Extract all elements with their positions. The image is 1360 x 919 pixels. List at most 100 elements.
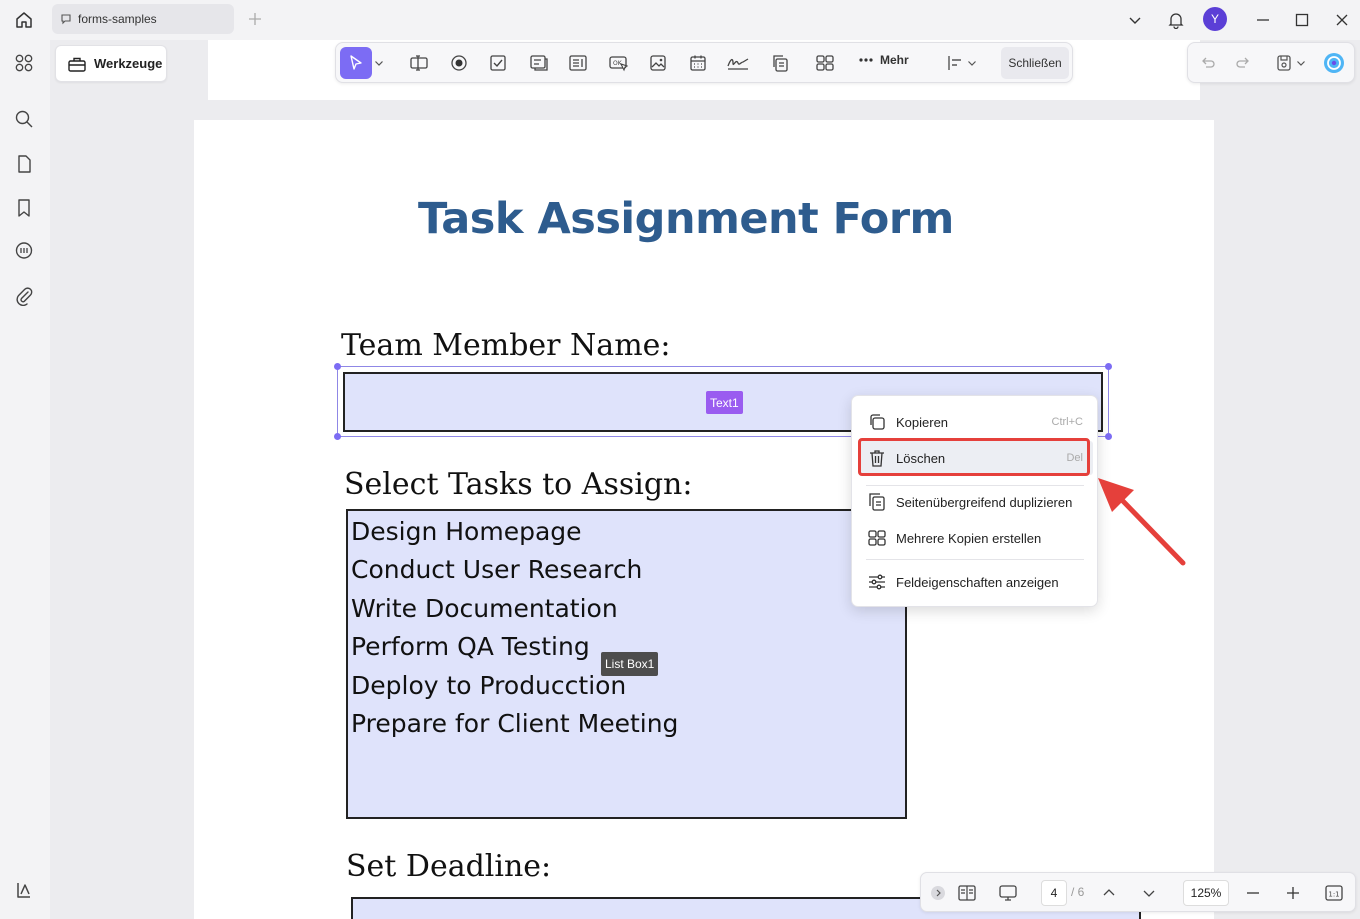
chevron-down-icon xyxy=(1297,61,1305,66)
chevron-right-icon xyxy=(931,886,945,900)
copy-icon xyxy=(773,55,788,72)
sliders-icon xyxy=(869,574,885,590)
list-item[interactable]: Write Documentation xyxy=(351,590,905,628)
new-tab-button[interactable] xyxy=(244,8,266,30)
signature-tool[interactable] xyxy=(724,49,752,77)
ai-assistant-button[interactable] xyxy=(1320,49,1348,77)
zoom-in-button[interactable] xyxy=(1280,880,1306,906)
sidebar-item-apps[interactable] xyxy=(10,49,38,77)
document-tab[interactable]: forms-samples xyxy=(52,4,234,34)
page-total: / 6 xyxy=(1071,885,1085,899)
ok-button-icon: OK xyxy=(609,56,628,72)
text-field-name-tag: Text1 xyxy=(706,391,743,414)
button-tool[interactable]: OK xyxy=(604,49,632,77)
sidebar-item-attachments[interactable] xyxy=(10,282,38,310)
signature-icon xyxy=(727,58,749,70)
actual-size-button[interactable]: 1:1 xyxy=(1321,880,1347,906)
comments-icon xyxy=(15,242,33,259)
tools-button[interactable]: Werkzeuge xyxy=(55,45,167,82)
grid-copies-icon xyxy=(868,530,886,546)
sidebar-item-comments[interactable] xyxy=(10,237,38,265)
resize-handle-top-right[interactable] xyxy=(1105,363,1112,370)
left-sidebar xyxy=(0,40,48,919)
plus-icon xyxy=(1287,887,1299,899)
align-left-icon xyxy=(948,56,961,70)
tab-list-button[interactable] xyxy=(1120,6,1150,34)
presentation-button[interactable] xyxy=(995,880,1021,906)
calendar-icon xyxy=(690,55,706,71)
home-icon xyxy=(16,12,32,28)
redo-button[interactable] xyxy=(1229,49,1257,77)
presentation-icon xyxy=(999,885,1017,901)
select-tool-dropdown[interactable] xyxy=(372,49,386,77)
svg-text:1:1: 1:1 xyxy=(1328,891,1339,899)
context-copy-item[interactable]: Kopieren Ctrl+C xyxy=(858,405,1093,439)
context-menu: Kopieren Ctrl+C Löschen Del Seitenübergr… xyxy=(851,395,1098,607)
combo-box-tool[interactable] xyxy=(525,49,553,77)
grid-copies-icon xyxy=(816,55,834,71)
team-member-label: Team Member Name: xyxy=(341,328,671,363)
zoom-out-button[interactable] xyxy=(1240,880,1266,906)
duplicate-fields-tool[interactable] xyxy=(766,49,794,77)
avatar[interactable]: Y xyxy=(1203,7,1227,31)
align-dropdown[interactable] xyxy=(965,49,979,77)
radio-button-tool[interactable] xyxy=(445,49,473,77)
context-properties-item[interactable]: Feldeigenschaften anzeigen xyxy=(858,565,1093,599)
tab-title: forms-samples xyxy=(78,12,157,26)
text-field-tool[interactable] xyxy=(405,49,433,77)
duplicate-label: Seitenübergreifend duplizieren xyxy=(896,494,1073,510)
zoom-level[interactable]: 125% xyxy=(1183,880,1229,906)
checkbox-tool[interactable] xyxy=(484,49,512,77)
toolbox-icon xyxy=(68,57,86,72)
sidebar-item-bookmarks[interactable] xyxy=(10,194,38,222)
maximize-button[interactable] xyxy=(1287,6,1317,34)
actual-size-icon: 1:1 xyxy=(1325,885,1343,901)
more-button[interactable]: Mehr xyxy=(858,53,909,67)
checkbox-icon xyxy=(490,55,506,71)
sidebar-item-brand[interactable] xyxy=(10,876,38,904)
multiple-fields-tool[interactable] xyxy=(811,49,839,77)
list-box-name-tag: List Box1 xyxy=(601,652,659,676)
text-field-icon xyxy=(410,55,428,71)
bottom-toolbar: 4 / 6 125% 1:1 xyxy=(920,872,1356,912)
minimize-button[interactable] xyxy=(1248,6,1278,34)
context-multiple-copies-item[interactable]: Mehrere Kopien erstellen xyxy=(858,521,1093,555)
close-form-editing-button[interactable]: Schließen xyxy=(1001,47,1069,79)
next-page-button[interactable] xyxy=(1136,880,1162,906)
date-field-tool[interactable] xyxy=(684,49,712,77)
undo-button[interactable] xyxy=(1194,49,1222,77)
page-title: Task Assignment Form xyxy=(418,194,954,244)
select-tasks-label: Select Tasks to Assign: xyxy=(344,467,693,502)
page-layout-button[interactable] xyxy=(954,880,980,906)
list-item[interactable]: Conduct User Research xyxy=(351,551,905,589)
sidebar-item-pages[interactable] xyxy=(10,150,38,178)
duplicate-pages-icon xyxy=(869,493,885,511)
resize-handle-top-left[interactable] xyxy=(334,363,341,370)
resize-handle-bottom-left[interactable] xyxy=(334,433,341,440)
list-box-tool[interactable] xyxy=(564,49,592,77)
plus-icon xyxy=(249,13,261,25)
image-tool[interactable] xyxy=(644,49,672,77)
radio-icon xyxy=(451,55,467,71)
resize-handle-bottom-right[interactable] xyxy=(1105,433,1112,440)
close-window-button[interactable] xyxy=(1327,6,1357,34)
previous-page-button[interactable] xyxy=(1096,880,1122,906)
undo-icon xyxy=(1202,57,1215,68)
collapse-bar-button[interactable] xyxy=(925,880,951,906)
title-bar: forms-samples Y xyxy=(0,0,1360,40)
chevron-down-icon xyxy=(968,61,976,66)
list-item[interactable]: Prepare for Client Meeting xyxy=(351,705,905,743)
chevron-down-icon xyxy=(1129,17,1141,24)
notifications-button[interactable] xyxy=(1161,6,1191,34)
page-number-input[interactable]: 4 xyxy=(1041,880,1067,906)
properties-label: Feldeigenschaften anzeigen xyxy=(896,574,1059,590)
chevron-up-icon xyxy=(1103,889,1115,896)
chevron-down-icon xyxy=(375,61,383,66)
select-tool-button[interactable] xyxy=(340,47,372,79)
grid-icon xyxy=(15,54,33,72)
save-dropdown[interactable] xyxy=(1294,49,1308,77)
list-item[interactable]: Design Homepage xyxy=(351,513,905,551)
context-duplicate-item[interactable]: Seitenübergreifend duplizieren xyxy=(858,485,1093,519)
home-button[interactable] xyxy=(10,6,38,34)
sidebar-item-search[interactable] xyxy=(10,105,38,133)
